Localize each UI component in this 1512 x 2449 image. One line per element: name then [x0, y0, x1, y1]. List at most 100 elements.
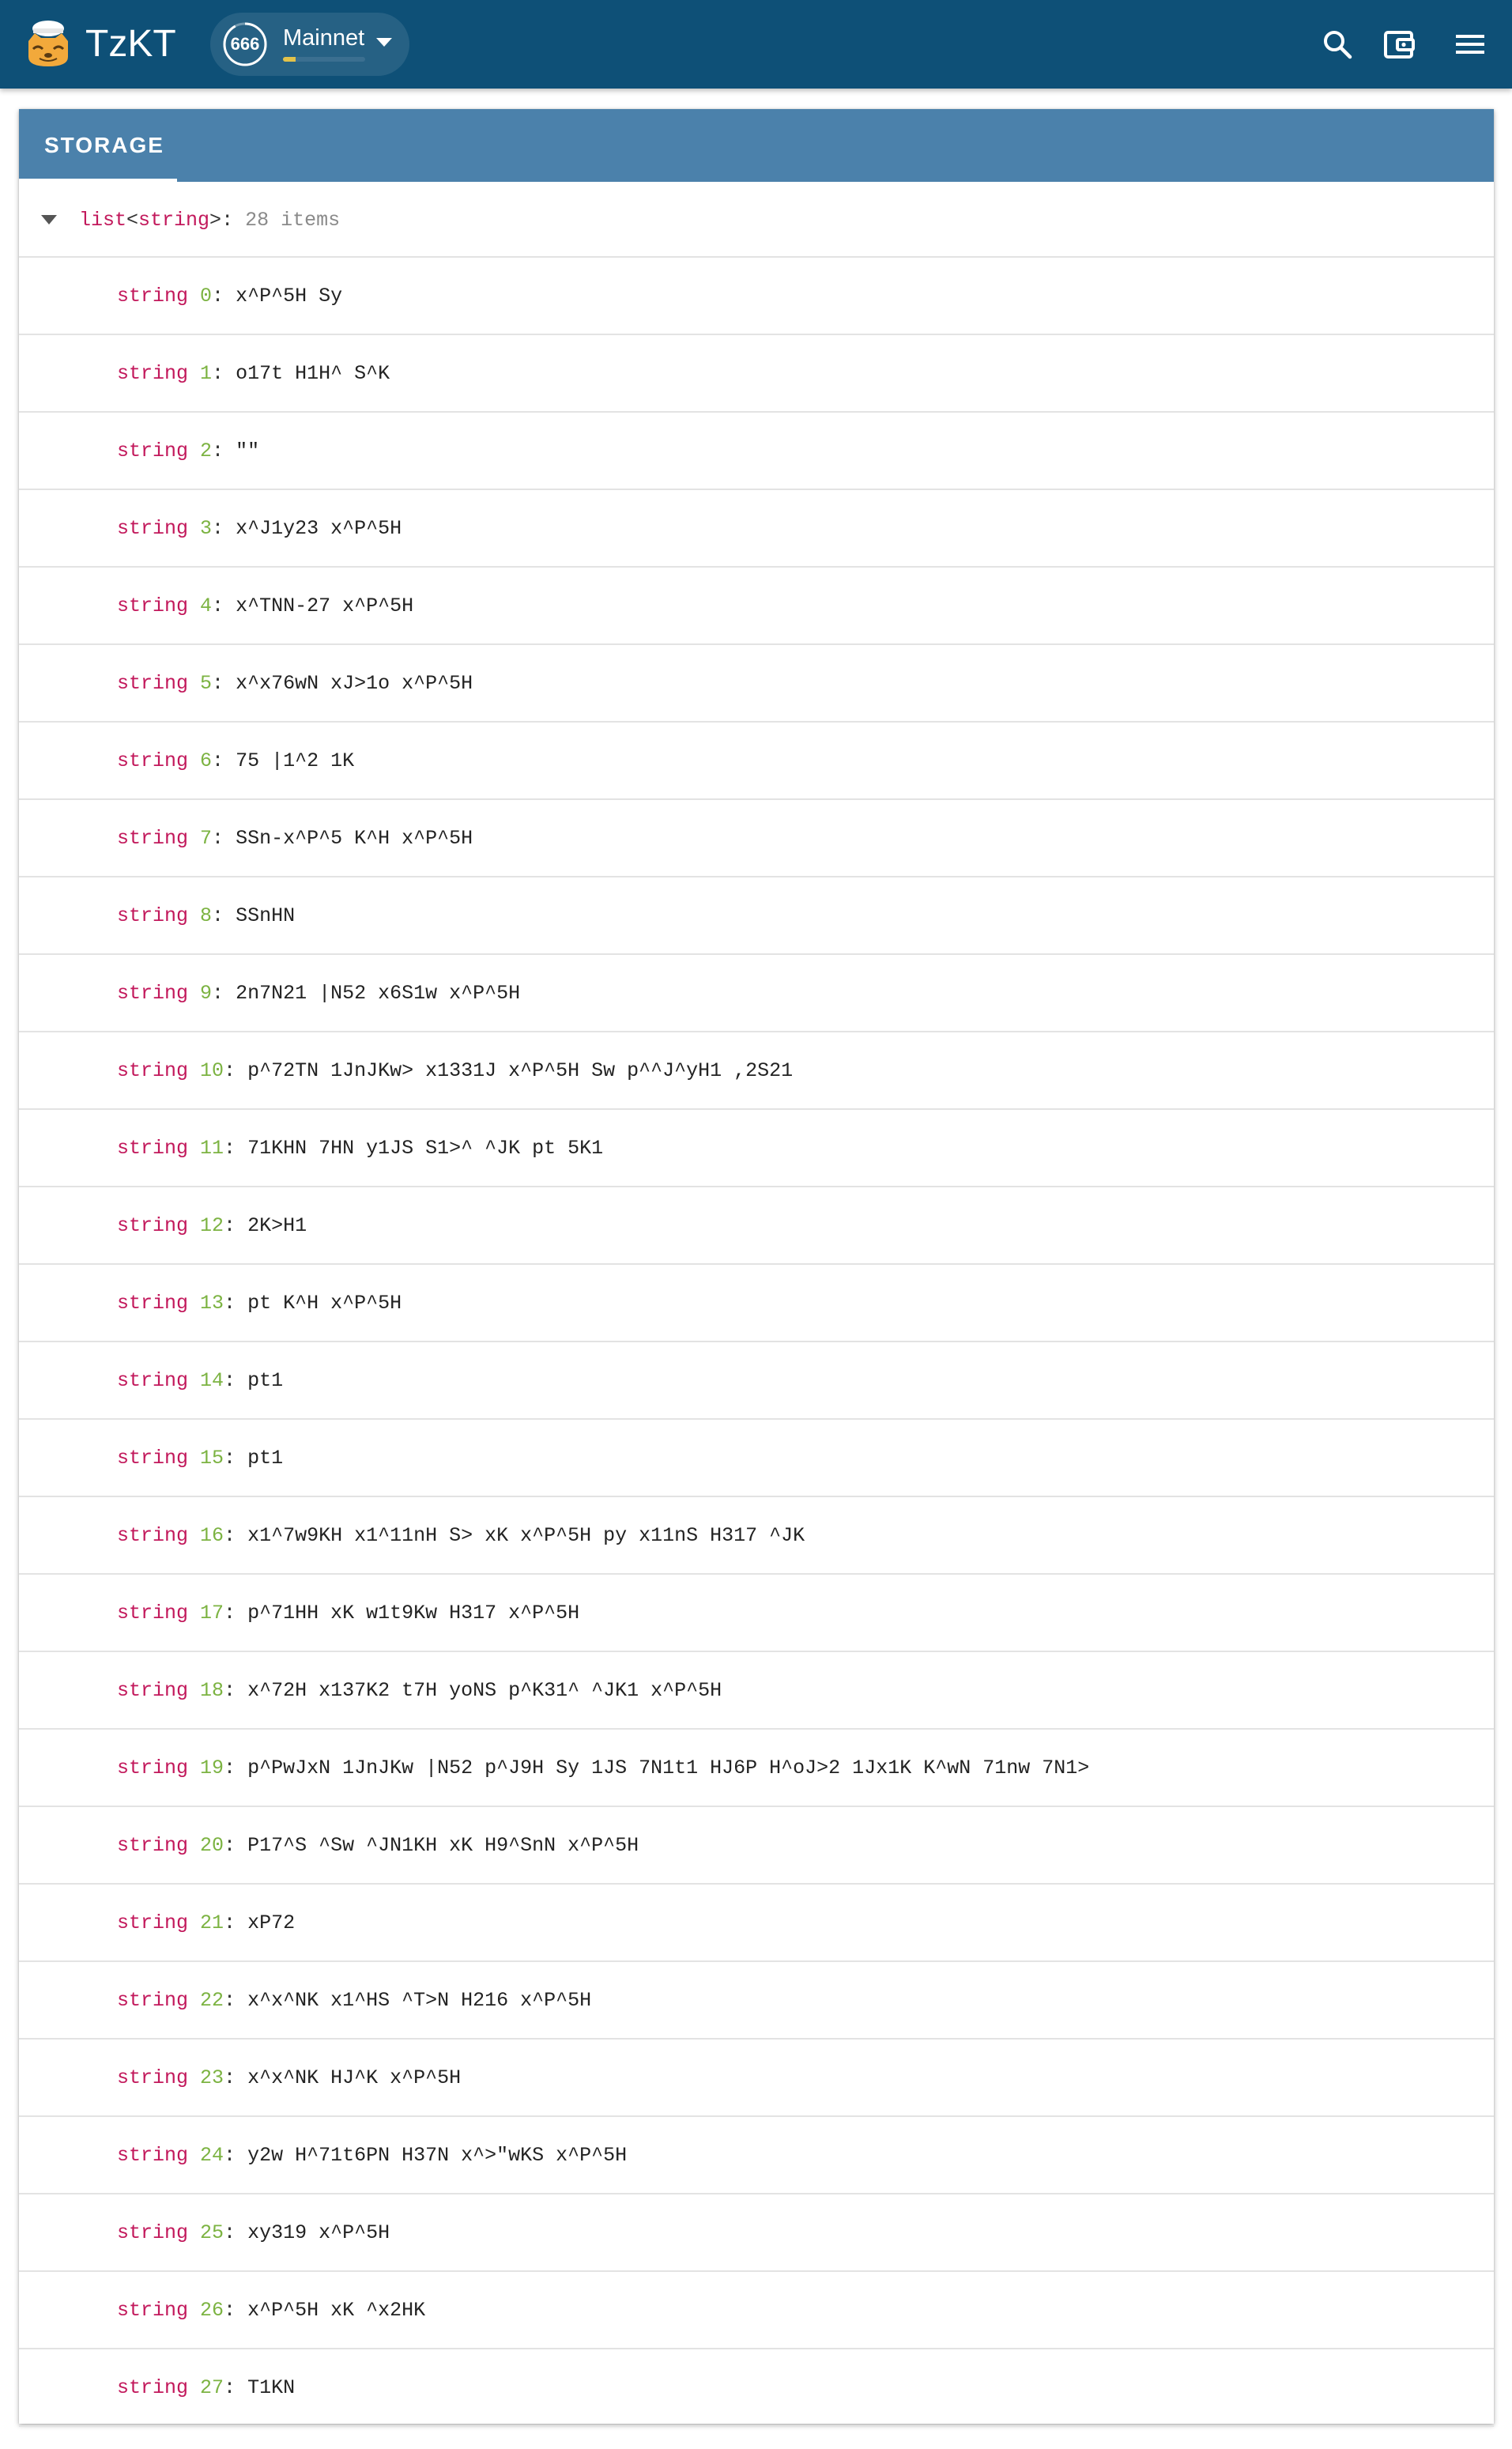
storage-tree: list<string>: 28 items string 0: x^P^5H …	[19, 182, 1494, 2427]
network-level: 666	[230, 34, 260, 54]
entry-colon: :	[212, 285, 236, 308]
entry-text: string 10: p^72TN 1JnJKw> x1331J x^P^5H …	[117, 1032, 793, 1110]
entry-index: 13	[200, 1292, 224, 1315]
entry-type: string	[117, 1679, 189, 1702]
entry-type: string	[117, 440, 189, 462]
tree-root-row[interactable]: list<string>: 28 items	[19, 182, 1494, 258]
entry-text: string 25: xy319 x^P^5H	[117, 2194, 390, 2272]
list-item: string 19: p^PwJxN 1JnJKw |N52 p^J9H Sy …	[19, 1730, 1494, 1807]
entry-type: string	[117, 1292, 189, 1315]
list-item: string 8: SSnHN	[19, 877, 1494, 955]
tab-bar: STORAGE	[19, 109, 1494, 182]
entry-value: x1^7w9KH x1^11nH S> xK x^P^5H py x11nS H…	[247, 1524, 805, 1547]
entry-type: string	[117, 1911, 189, 1934]
entry-colon: :	[212, 827, 236, 850]
root-colon: :	[221, 209, 246, 232]
entry-space	[188, 749, 200, 772]
menu-button[interactable]	[1448, 22, 1492, 66]
entry-type: string	[117, 2144, 189, 2167]
entry-index: 15	[200, 1447, 224, 1470]
entry-text: string 26: x^P^5H xK ^x2HK	[117, 2272, 425, 2349]
root-type-close: >	[209, 209, 222, 232]
entry-space	[188, 1059, 200, 1082]
entry-text: string 23: x^x^NK HJ^K x^P^5H	[117, 2040, 461, 2117]
entry-value: SSn-x^P^5 K^H x^P^5H	[236, 827, 473, 850]
entry-text: string 3: x^J1y23 x^P^5H	[117, 490, 402, 568]
entry-text: string 15: pt1	[117, 1420, 283, 1497]
root-item-count: 28 items	[245, 209, 341, 232]
entry-index: 23	[200, 2066, 224, 2089]
root-type-label: list<string>: 28 items	[79, 182, 340, 259]
app-bar: TzKT 666 Mainnet	[0, 0, 1512, 89]
entry-space	[188, 672, 200, 695]
entry-space	[188, 1911, 200, 1934]
entry-value: pt1	[247, 1447, 284, 1470]
entry-type: string	[117, 517, 189, 540]
wallet-button[interactable]	[1377, 22, 1421, 66]
entry-text: string 27: T1KN	[117, 2349, 295, 2427]
search-icon	[1324, 31, 1352, 59]
list-item: string 25: xy319 x^P^5H	[19, 2194, 1494, 2272]
entry-colon: :	[212, 362, 236, 385]
list-item: string 18: x^72H x137K2 t7H yoNS p^K31^ …	[19, 1652, 1494, 1730]
list-item: string 5: x^x76wN xJ>1o x^P^5H	[19, 645, 1494, 723]
entry-type: string	[117, 594, 189, 617]
entry-index: 6	[200, 749, 213, 772]
entry-colon: :	[212, 440, 236, 462]
list-item: string 14: pt1	[19, 1342, 1494, 1420]
entry-type: string	[117, 904, 189, 927]
list-item: string 15: pt1	[19, 1420, 1494, 1497]
entry-text: string 22: x^x^NK x1^HS ^T>N H216 x^P^5H	[117, 1962, 591, 2040]
list-item: string 21: xP72	[19, 1885, 1494, 1962]
entry-type: string	[117, 1369, 189, 1392]
entry-text: string 24: y2w H^71t6PN H37N x^>"wKS x^P…	[117, 2117, 627, 2194]
root-type-open: <	[126, 209, 139, 232]
entry-colon: :	[224, 1447, 248, 1470]
entry-value: x^x76wN xJ>1o x^P^5H	[236, 672, 473, 695]
entry-colon: :	[224, 2144, 248, 2167]
entry-colon: :	[224, 1757, 248, 1779]
entry-text: string 4: x^TNN-27 x^P^5H	[117, 568, 413, 645]
entry-value: xP72	[247, 1911, 296, 1934]
entry-colon: :	[224, 2066, 248, 2089]
root-type-inner: string	[138, 209, 210, 232]
entry-type: string	[117, 2299, 189, 2322]
entry-space	[188, 2144, 200, 2167]
entry-type: string	[117, 2066, 189, 2089]
entry-type: string	[117, 1757, 189, 1779]
entry-value: p^PwJxN 1JnJKw |N52 p^J9H Sy 1JS 7N1t1 H…	[247, 1757, 1090, 1779]
entry-index: 3	[200, 517, 213, 540]
entry-text: string 20: P17^S ^Sw ^JN1KH xK H9^SnN x^…	[117, 1807, 639, 1885]
brand-name[interactable]: TzKT	[85, 21, 176, 68]
entry-value: SSnHN	[236, 904, 296, 927]
entry-type: string	[117, 285, 189, 308]
entry-index: 9	[200, 982, 213, 1005]
entry-colon: :	[224, 1369, 248, 1392]
entry-text: string 7: SSn-x^P^5 K^H x^P^5H	[117, 800, 473, 877]
entry-space	[188, 440, 200, 462]
entry-space	[188, 2376, 200, 2399]
entry-space	[188, 594, 200, 617]
list-item: string 13: pt K^H x^P^5H	[19, 1265, 1494, 1342]
entry-space	[188, 285, 200, 308]
entry-index: 25	[200, 2221, 224, 2244]
entry-colon: :	[224, 1214, 248, 1237]
entry-colon: :	[224, 1059, 248, 1082]
entry-text: string 5: x^x76wN xJ>1o x^P^5H	[117, 645, 473, 723]
search-button[interactable]	[1315, 22, 1359, 66]
entry-value: y2w H^71t6PN H37N x^>"wKS x^P^5H	[247, 2144, 628, 2167]
entry-value: T1KN	[247, 2376, 296, 2399]
caret-down-icon[interactable]	[41, 215, 57, 225]
tzkt-logo-icon[interactable]	[22, 17, 74, 70]
entry-type: string	[117, 1447, 189, 1470]
entry-text: string 11: 71KHN 7HN y1JS S1>^ ^JK pt 5K…	[117, 1110, 603, 1187]
entry-text: string 17: p^71HH xK w1t9Kw H317 x^P^5H	[117, 1575, 579, 1652]
entry-text: string 16: x1^7w9KH x1^11nH S> xK x^P^5H…	[117, 1497, 805, 1575]
entry-text: string 21: xP72	[117, 1885, 295, 1962]
network-selector[interactable]: 666 Mainnet	[210, 13, 409, 76]
tab-storage[interactable]: STORAGE	[19, 109, 177, 182]
entry-value: ""	[236, 440, 260, 462]
entry-index: 12	[200, 1214, 224, 1237]
entry-type: string	[117, 2221, 189, 2244]
entry-space	[188, 1524, 200, 1547]
